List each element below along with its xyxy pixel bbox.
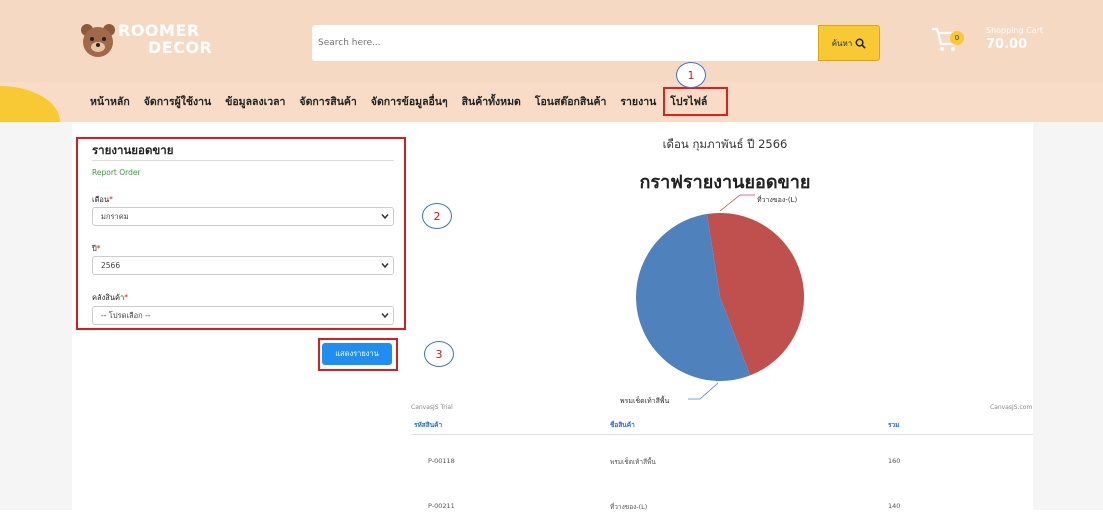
- table-header-code: รหัสสินค้า: [414, 421, 443, 429]
- nav-item-users[interactable]: จัดการผู้ใช้งาน: [144, 93, 211, 110]
- search-icon: [855, 38, 866, 49]
- year-select[interactable]: 2566: [92, 256, 394, 275]
- pie-leader-line-doormat: [688, 382, 719, 400]
- warehouse-select-value: -- โปรดเลือก --: [101, 311, 151, 320]
- chevron-down-icon: [381, 263, 389, 269]
- canvas-trial-watermark: CanvasJS Trial: [411, 404, 453, 411]
- nav-item-other-data[interactable]: จัดการข้อมูลอื่นๆ: [371, 93, 448, 110]
- shopping-cart[interactable]: 0 Shopping Cart 70.00: [930, 22, 1070, 62]
- report-month-title: เดือน กุมภาพันธ์ ปี 2566: [662, 137, 788, 151]
- table-cell-total: 140: [888, 502, 901, 510]
- form-divider: [92, 160, 394, 161]
- cart-label: Shopping Cart: [986, 26, 1044, 35]
- warehouse-select[interactable]: -- โปรดเลือก --: [92, 306, 394, 325]
- table-header-total: รวม: [888, 421, 900, 429]
- logo-text: ROOMER DECOR: [118, 22, 212, 56]
- canvas-credit-link[interactable]: CanvasJS.com: [990, 404, 1032, 411]
- month-select[interactable]: มกราคม: [92, 207, 394, 226]
- warehouse-label: คลังสินค้า*: [92, 292, 128, 304]
- cart-total: 70.00: [986, 37, 1028, 52]
- bear-logo-icon: [81, 24, 115, 57]
- required-mark: *: [109, 195, 113, 204]
- step-marker-1: 1: [676, 62, 706, 88]
- logo[interactable]: ROOMER DECOR: [78, 20, 238, 60]
- year-select-value: 2566: [101, 261, 121, 270]
- report-nav-highlight: [663, 87, 728, 116]
- table-header-name: ชื่อสินค้า: [610, 421, 635, 429]
- pie-label-shelf: ที่วางของ-(L): [757, 196, 798, 204]
- table-cell-name: ที่วางของ-(L): [610, 503, 648, 511]
- main-nav: หน้าหลัก จัดการผู้ใช้งาน ข้อมูลลงเวลา จั…: [90, 93, 721, 110]
- month-select-value: มกราคม: [101, 212, 129, 221]
- logo-line2: DECOR: [148, 38, 213, 57]
- pie-label-doormat: พรมเช็ดเท้าสีพื้น: [620, 397, 670, 405]
- month-label: เดือน*: [92, 194, 113, 206]
- nav-item-report[interactable]: รายงาน: [620, 93, 656, 110]
- step-marker-2: 2: [422, 203, 452, 229]
- show-report-button[interactable]: แสดงรายงาน: [322, 343, 392, 365]
- nav-item-products[interactable]: จัดการสินค้า: [299, 93, 356, 110]
- nav-item-stock-transfer[interactable]: โอนสต๊อกสินค้า: [535, 93, 607, 110]
- left-gutter: [0, 122, 72, 510]
- table-cell-code: P-00211: [428, 502, 455, 510]
- cart-count-badge: 0: [950, 31, 964, 45]
- pie-chart: [636, 194, 805, 400]
- required-mark: *: [96, 244, 101, 253]
- table-cell-code: P-00118: [428, 457, 455, 465]
- search-button-label: ค้นหา: [831, 38, 853, 48]
- right-gutter: [1033, 122, 1103, 510]
- nav-item-home[interactable]: หน้าหลัก: [90, 93, 130, 110]
- form-title: รายงานยอดขาย: [92, 143, 174, 157]
- nav-item-timesheet[interactable]: ข้อมูลลงเวลา: [225, 93, 285, 110]
- table-cell-name: พรมเช็ดเท้าสีพื้น: [610, 458, 656, 466]
- required-mark: *: [124, 293, 128, 302]
- chevron-down-icon: [381, 214, 389, 220]
- table-cell-total: 160: [888, 457, 901, 465]
- pie-leader-line-shelf: [719, 194, 755, 212]
- month-label-text: เดือน: [92, 195, 110, 204]
- nav-item-all-products[interactable]: สินค้าทั้งหมด: [462, 93, 521, 110]
- chevron-down-icon: [381, 313, 389, 319]
- table-header-divider: [411, 434, 1033, 435]
- search-input[interactable]: [312, 25, 818, 61]
- search-bar: ค้นหา: [312, 25, 880, 61]
- year-label: ปี*: [92, 243, 101, 255]
- form-subtitle: Report Order: [92, 168, 141, 177]
- warehouse-label-text: คลังสินค้า: [92, 293, 125, 302]
- step-marker-3: 3: [424, 341, 454, 367]
- search-button[interactable]: ค้นหา: [818, 25, 880, 61]
